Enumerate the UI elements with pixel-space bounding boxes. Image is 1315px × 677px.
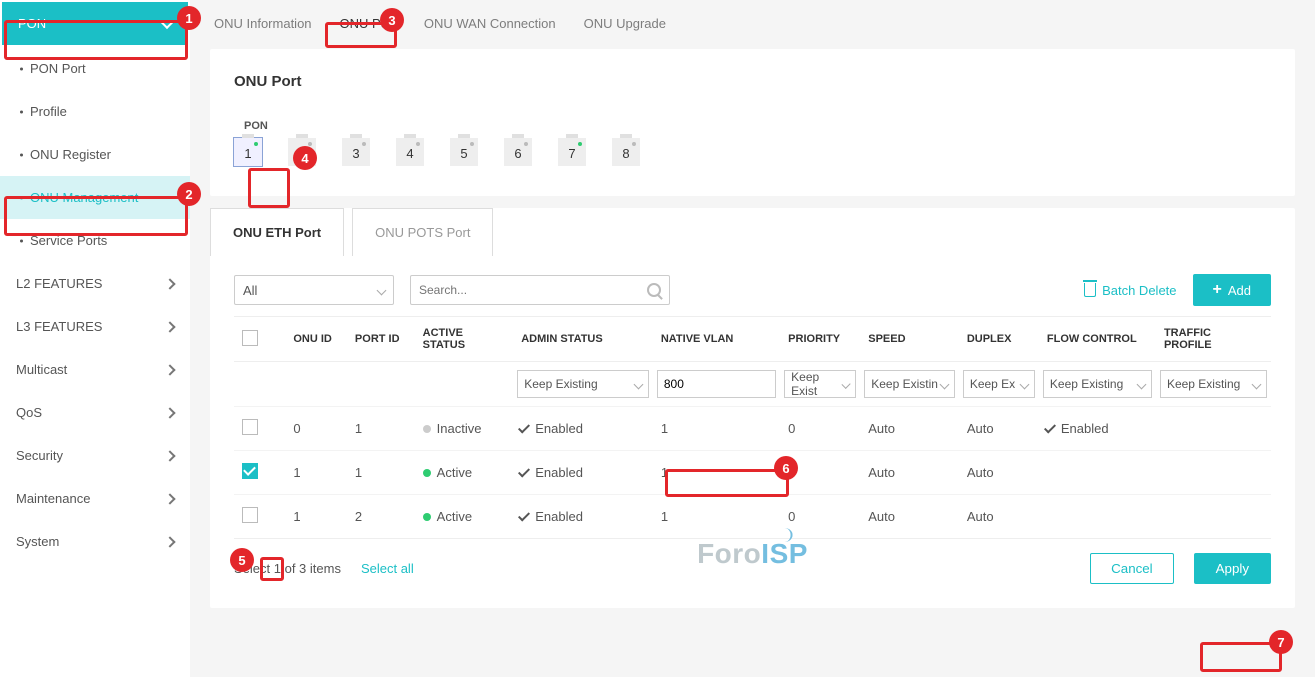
pon-port-6[interactable]: 6 — [504, 138, 532, 166]
edit-admin-status[interactable]: Keep Existing — [517, 370, 649, 398]
col-priority: PRIORITY — [780, 317, 860, 362]
edit-row: Keep Existing Keep Exist Keep Existin Ke… — [234, 362, 1271, 407]
sidebar-cat-l3[interactable]: L3 FEATURES — [0, 305, 190, 348]
table-panel: ForoISP ONU ETH Port ONU POTS Port All B… — [210, 208, 1295, 608]
sidebar-item-service-ports[interactable]: Service Ports — [0, 219, 190, 262]
top-tabs: ONU Information ONU Port ONU WAN Connect… — [210, 12, 1295, 39]
subtab-onu-pots-port[interactable]: ONU POTS Port — [352, 208, 493, 256]
sidebar-cat-system[interactable]: System — [0, 520, 190, 563]
batch-delete-button[interactable]: Batch Delete — [1084, 283, 1176, 298]
pon-port-2[interactable]: 2 — [288, 138, 316, 166]
chevron-down-icon — [1252, 379, 1262, 389]
plus-icon: + — [1213, 282, 1222, 298]
subtab-onu-eth-port[interactable]: ONU ETH Port — [210, 208, 344, 256]
sidebar-cat-security[interactable]: Security — [0, 434, 190, 477]
page-title: ONU Port — [234, 73, 1271, 90]
selection-text: Select 1 of 3 items — [234, 561, 341, 576]
row-checkbox[interactable] — [242, 419, 258, 435]
tab-onu-information[interactable]: ONU Information — [210, 12, 316, 35]
main-content: ONU Information ONU Port ONU WAN Connect… — [190, 0, 1315, 677]
chevron-right-icon — [164, 493, 175, 504]
chevron-right-icon — [164, 278, 175, 289]
col-port-id: PORT ID — [347, 317, 415, 362]
chevron-down-icon — [633, 379, 643, 389]
sidebar-item-onu-register[interactable]: ONU Register — [0, 133, 190, 176]
edit-duplex[interactable]: Keep Ex — [963, 370, 1035, 398]
row-checkbox[interactable] — [242, 463, 258, 479]
edit-native-vlan[interactable] — [657, 370, 776, 398]
chevron-right-icon — [164, 321, 175, 332]
col-active-status: ACTIVE STATUS — [415, 317, 514, 362]
pon-port-7[interactable]: 7 — [558, 138, 586, 166]
cancel-button[interactable]: Cancel — [1090, 553, 1174, 584]
chevron-down-icon — [1136, 379, 1146, 389]
chevron-down-icon — [939, 379, 949, 389]
check-icon — [1044, 421, 1056, 433]
tab-onu-port[interactable]: ONU Port — [336, 12, 400, 35]
search-box[interactable] — [410, 275, 670, 305]
sidebar-group-label: PON — [18, 16, 46, 31]
check-icon — [518, 465, 530, 477]
select-all-link[interactable]: Select all — [361, 561, 414, 576]
col-duplex: DUPLEX — [959, 317, 1039, 362]
col-native-vlan: NATIVE VLAN — [653, 317, 780, 362]
add-button[interactable]: + Add — [1193, 274, 1271, 306]
filter-select[interactable]: All — [234, 275, 394, 305]
select-all-checkbox[interactable] — [242, 330, 258, 346]
col-flow-control: FLOW CONTROL — [1039, 317, 1156, 362]
status-dot-icon — [423, 513, 431, 521]
status-dot-icon — [423, 425, 431, 433]
sidebar-item-profile[interactable]: Profile — [0, 90, 190, 133]
sidebar-cat-maintenance[interactable]: Maintenance — [0, 477, 190, 520]
table-row: 1 1 Active Enabled 1 0 Auto Auto — [234, 451, 1271, 495]
status-dot-icon — [423, 469, 431, 477]
col-onu-id: ONU ID — [285, 317, 347, 362]
sidebar-cat-l2[interactable]: L2 FEATURES — [0, 262, 190, 305]
table-row: 0 1 Inactive Enabled 1 0 Auto Auto Enabl… — [234, 407, 1271, 451]
row-checkbox[interactable] — [242, 507, 258, 523]
check-icon — [518, 509, 530, 521]
search-input[interactable] — [419, 283, 647, 297]
apply-button[interactable]: Apply — [1194, 553, 1271, 584]
chevron-right-icon — [164, 450, 175, 461]
edit-priority[interactable]: Keep Exist — [784, 370, 856, 398]
toolbar: All Batch Delete + Add — [234, 274, 1271, 306]
panel: ONU Port PON 1 2 3 4 5 6 7 8 — [210, 49, 1295, 196]
onu-port-table: ONU ID PORT ID ACTIVE STATUS ADMIN STATU… — [234, 317, 1271, 538]
chevron-down-icon — [160, 14, 174, 28]
check-icon — [518, 421, 530, 433]
pon-port-1[interactable]: 1 — [234, 138, 262, 166]
sidebar: PON PON Port Profile ONU Register ONU Ma… — [0, 0, 190, 677]
sidebar-group-pon[interactable]: PON — [2, 2, 188, 45]
pon-port-row: 1 2 3 4 5 6 7 8 — [234, 138, 1271, 166]
edit-flow-control[interactable]: Keep Existing — [1043, 370, 1152, 398]
sidebar-cat-multicast[interactable]: Multicast — [0, 348, 190, 391]
sidebar-item-onu-management[interactable]: ONU Management — [0, 176, 190, 219]
chevron-right-icon — [164, 364, 175, 375]
search-icon — [647, 283, 661, 297]
chevron-right-icon — [164, 536, 175, 547]
col-speed: SPEED — [860, 317, 959, 362]
chevron-down-icon — [377, 285, 387, 295]
sidebar-cat-qos[interactable]: QoS — [0, 391, 190, 434]
pon-port-4[interactable]: 4 — [396, 138, 424, 166]
edit-traffic-profile[interactable]: Keep Existing — [1160, 370, 1267, 398]
pon-label: PON — [244, 120, 1271, 132]
col-traffic-profile: TRAFFIC PROFILE — [1156, 317, 1271, 362]
chevron-down-icon — [1019, 379, 1029, 389]
col-admin-status: ADMIN STATUS — [513, 317, 653, 362]
pon-port-8[interactable]: 8 — [612, 138, 640, 166]
edit-speed[interactable]: Keep Existin — [864, 370, 955, 398]
chevron-right-icon — [164, 407, 175, 418]
tab-onu-wan-connection[interactable]: ONU WAN Connection — [420, 12, 560, 35]
table-row: 1 2 Active Enabled 1 0 Auto Auto — [234, 495, 1271, 539]
tab-onu-upgrade[interactable]: ONU Upgrade — [580, 12, 670, 35]
pon-port-5[interactable]: 5 — [450, 138, 478, 166]
trash-icon — [1084, 283, 1096, 297]
table-footer: Select 1 of 3 items Select all Cancel Ap… — [234, 553, 1271, 584]
pon-port-3[interactable]: 3 — [342, 138, 370, 166]
sidebar-item-pon-port[interactable]: PON Port — [0, 47, 190, 90]
